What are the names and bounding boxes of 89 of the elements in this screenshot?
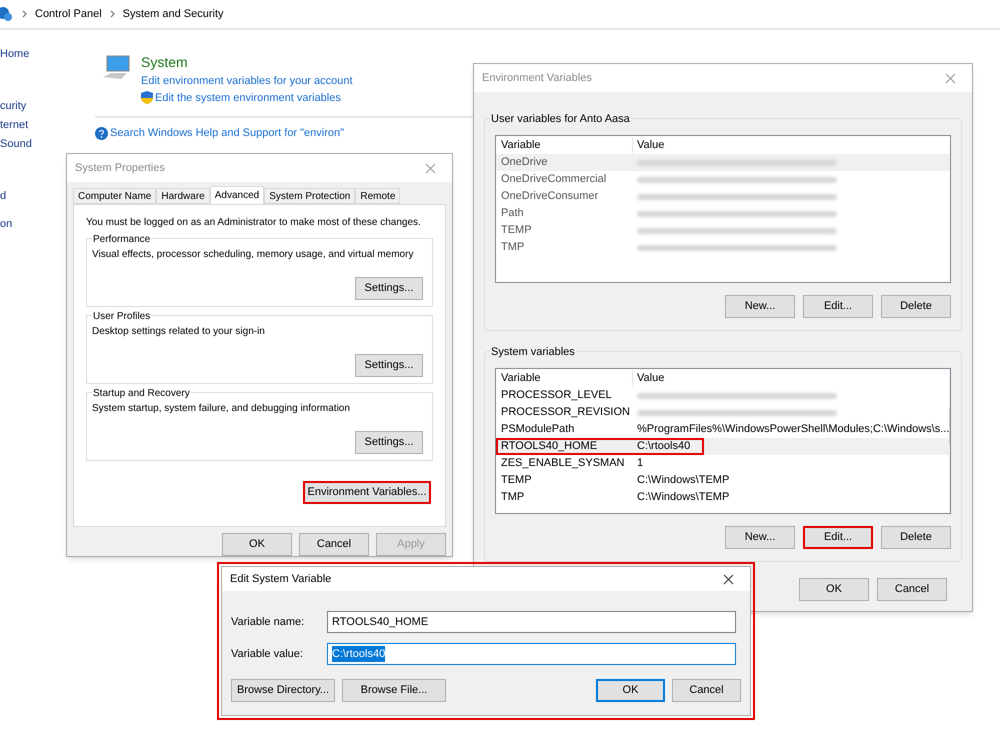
- dialog-button[interactable]: Browse File...: [342, 679, 446, 702]
- close-icon[interactable]: [723, 574, 734, 584]
- variable-row[interactable]: PROCESSOR_LEVEL: [496, 387, 950, 404]
- task-link[interactable]: Edit the system environment variables: [155, 90, 341, 106]
- window-title: Environment Variables: [482, 70, 592, 86]
- tab[interactable]: Remote: [355, 188, 400, 204]
- breadcrumb-item[interactable]: Control Panel: [35, 6, 102, 22]
- help-link[interactable]: Search Windows Help and Support for "environ": [110, 125, 344, 142]
- variable-name: ZES_ENABLE_SYSMAN: [500, 456, 626, 472]
- dialog-button[interactable]: Browse Directory...: [231, 679, 335, 702]
- variable-name: PSModulePath: [500, 422, 576, 438]
- variable-value: C:\Windows\TEMP: [636, 490, 730, 506]
- sidebar-link[interactable]: Sound: [0, 138, 32, 151]
- chevron-right-icon: [110, 10, 115, 18]
- field-label: Variable name:: [231, 614, 306, 630]
- tab[interactable]: Advanced: [210, 186, 264, 204]
- variable-name: TMP: [500, 490, 526, 506]
- input-field[interactable]: C:\rtools40: [327, 643, 736, 665]
- variable-name: TEMP: [500, 223, 533, 238]
- control-panel-icon: [0, 6, 14, 22]
- group-description: System startup, system failure, and debugging information: [92, 402, 351, 416]
- variable-name: OneDrive: [500, 155, 548, 170]
- dialog-button[interactable]: New...: [725, 526, 795, 549]
- variable-name: TEMP: [500, 473, 533, 488]
- variable-value: C:\rtools40: [636, 439, 690, 454]
- variable-row[interactable]: RTOOLS40_HOME C:\rtools40: [496, 438, 950, 455]
- column-header[interactable]: Variable: [496, 370, 633, 386]
- dialog-button[interactable]: OK: [596, 679, 665, 702]
- group-description: Desktop settings related to your sign-in: [92, 325, 266, 339]
- dialog-button[interactable]: Delete: [881, 295, 951, 318]
- notice-text: You must be logged on as an Administrator to make most of these changes.: [86, 216, 422, 230]
- sidebar-link[interactable]: on: [0, 218, 12, 231]
- window-title: Edit System Variable: [230, 572, 332, 587]
- dialog-button[interactable]: Settings...: [355, 354, 423, 377]
- variable-row[interactable]: TMP: [496, 239, 950, 256]
- variable-row[interactable]: PROCESSOR_REVISION: [496, 404, 950, 421]
- variable-name: PROCESSOR_LEVEL: [500, 388, 613, 404]
- column-header[interactable]: Value: [633, 370, 664, 386]
- tab[interactable]: System Protection: [264, 188, 356, 204]
- dialog-button[interactable]: Edit...: [803, 295, 873, 318]
- dialog-button[interactable]: Settings...: [355, 431, 423, 454]
- variable-value: C:\Windows\TEMP: [636, 473, 730, 488]
- variable-row[interactable]: TEMP: [496, 222, 950, 239]
- variable-row[interactable]: PSModulePath %ProgramFiles%\WindowsPowerShell\Modules;C:\Windows\s...: [496, 421, 950, 438]
- sidebar-link[interactable]: Home: [0, 48, 30, 61]
- variable-name: OneDriveCommercial: [500, 172, 608, 188]
- help-icon: [95, 126, 108, 140]
- variable-row[interactable]: ZES_ENABLE_SYSMAN 1: [496, 455, 950, 472]
- chevron-right-icon: [22, 10, 27, 18]
- variable-name: RTOOLS40_HOME: [500, 439, 598, 454]
- tab[interactable]: Computer Name: [73, 188, 156, 204]
- variable-row[interactable]: Path: [496, 205, 950, 222]
- variable-name: OneDriveConsumer: [500, 189, 600, 204]
- variable-name: PROCESSOR_REVISION: [500, 405, 631, 420]
- sidebar-link[interactable]: d: [0, 190, 6, 203]
- computer-icon: [103, 55, 131, 81]
- variable-value: %ProgramFiles%\WindowsPowerShell\Modules;C:\Windows\s...: [636, 422, 950, 438]
- variable-name: TMP: [500, 240, 526, 256]
- variable-name: Path: [500, 206, 525, 222]
- variable-row[interactable]: OneDriveConsumer: [496, 188, 950, 205]
- dialog-button[interactable]: Settings...: [355, 277, 423, 300]
- group-title: Startup and Recovery: [92, 386, 191, 401]
- field-label: Variable value:: [231, 646, 304, 662]
- variable-row[interactable]: TMP C:\Windows\TEMP: [496, 489, 950, 506]
- dialog-button[interactable]: Cancel: [877, 578, 947, 601]
- variable-row[interactable]: OneDrive: [496, 154, 950, 171]
- tab[interactable]: Hardware: [156, 188, 210, 204]
- column-header[interactable]: Value: [633, 136, 664, 154]
- variable-row[interactable]: OneDriveCommercial: [496, 171, 950, 188]
- dialog-button[interactable]: Edit...: [803, 526, 873, 549]
- dialog-button[interactable]: New...: [725, 295, 795, 318]
- dialog-button[interactable]: Cancel: [299, 533, 369, 556]
- dialog-button[interactable]: OK: [222, 533, 292, 556]
- column-header[interactable]: Variable: [496, 136, 633, 154]
- dialog-button[interactable]: Cancel: [672, 679, 741, 702]
- breadcrumb-item[interactable]: System and Security: [122, 6, 224, 22]
- task-link[interactable]: Edit environment variables for your account: [141, 73, 353, 90]
- variable-row[interactable]: TEMP C:\Windows\TEMP: [496, 472, 950, 489]
- dialog-button[interactable]: OK: [799, 578, 869, 601]
- input-field[interactable]: RTOOLS40_HOME: [327, 611, 736, 633]
- section-title[interactable]: System: [141, 52, 353, 73]
- dialog-button[interactable]: Delete: [881, 526, 951, 549]
- window-title: System Properties: [75, 160, 165, 176]
- sidebar-link[interactable]: curity: [0, 100, 26, 113]
- group-title: System variables: [490, 344, 576, 360]
- sidebar-link[interactable]: ternet: [0, 119, 28, 132]
- group-description: Visual effects, processor scheduling, memory usage, and virtual memory: [92, 248, 414, 262]
- dialog-button[interactable]: Environment Variables...: [303, 481, 431, 504]
- variable-value: 1: [636, 456, 644, 472]
